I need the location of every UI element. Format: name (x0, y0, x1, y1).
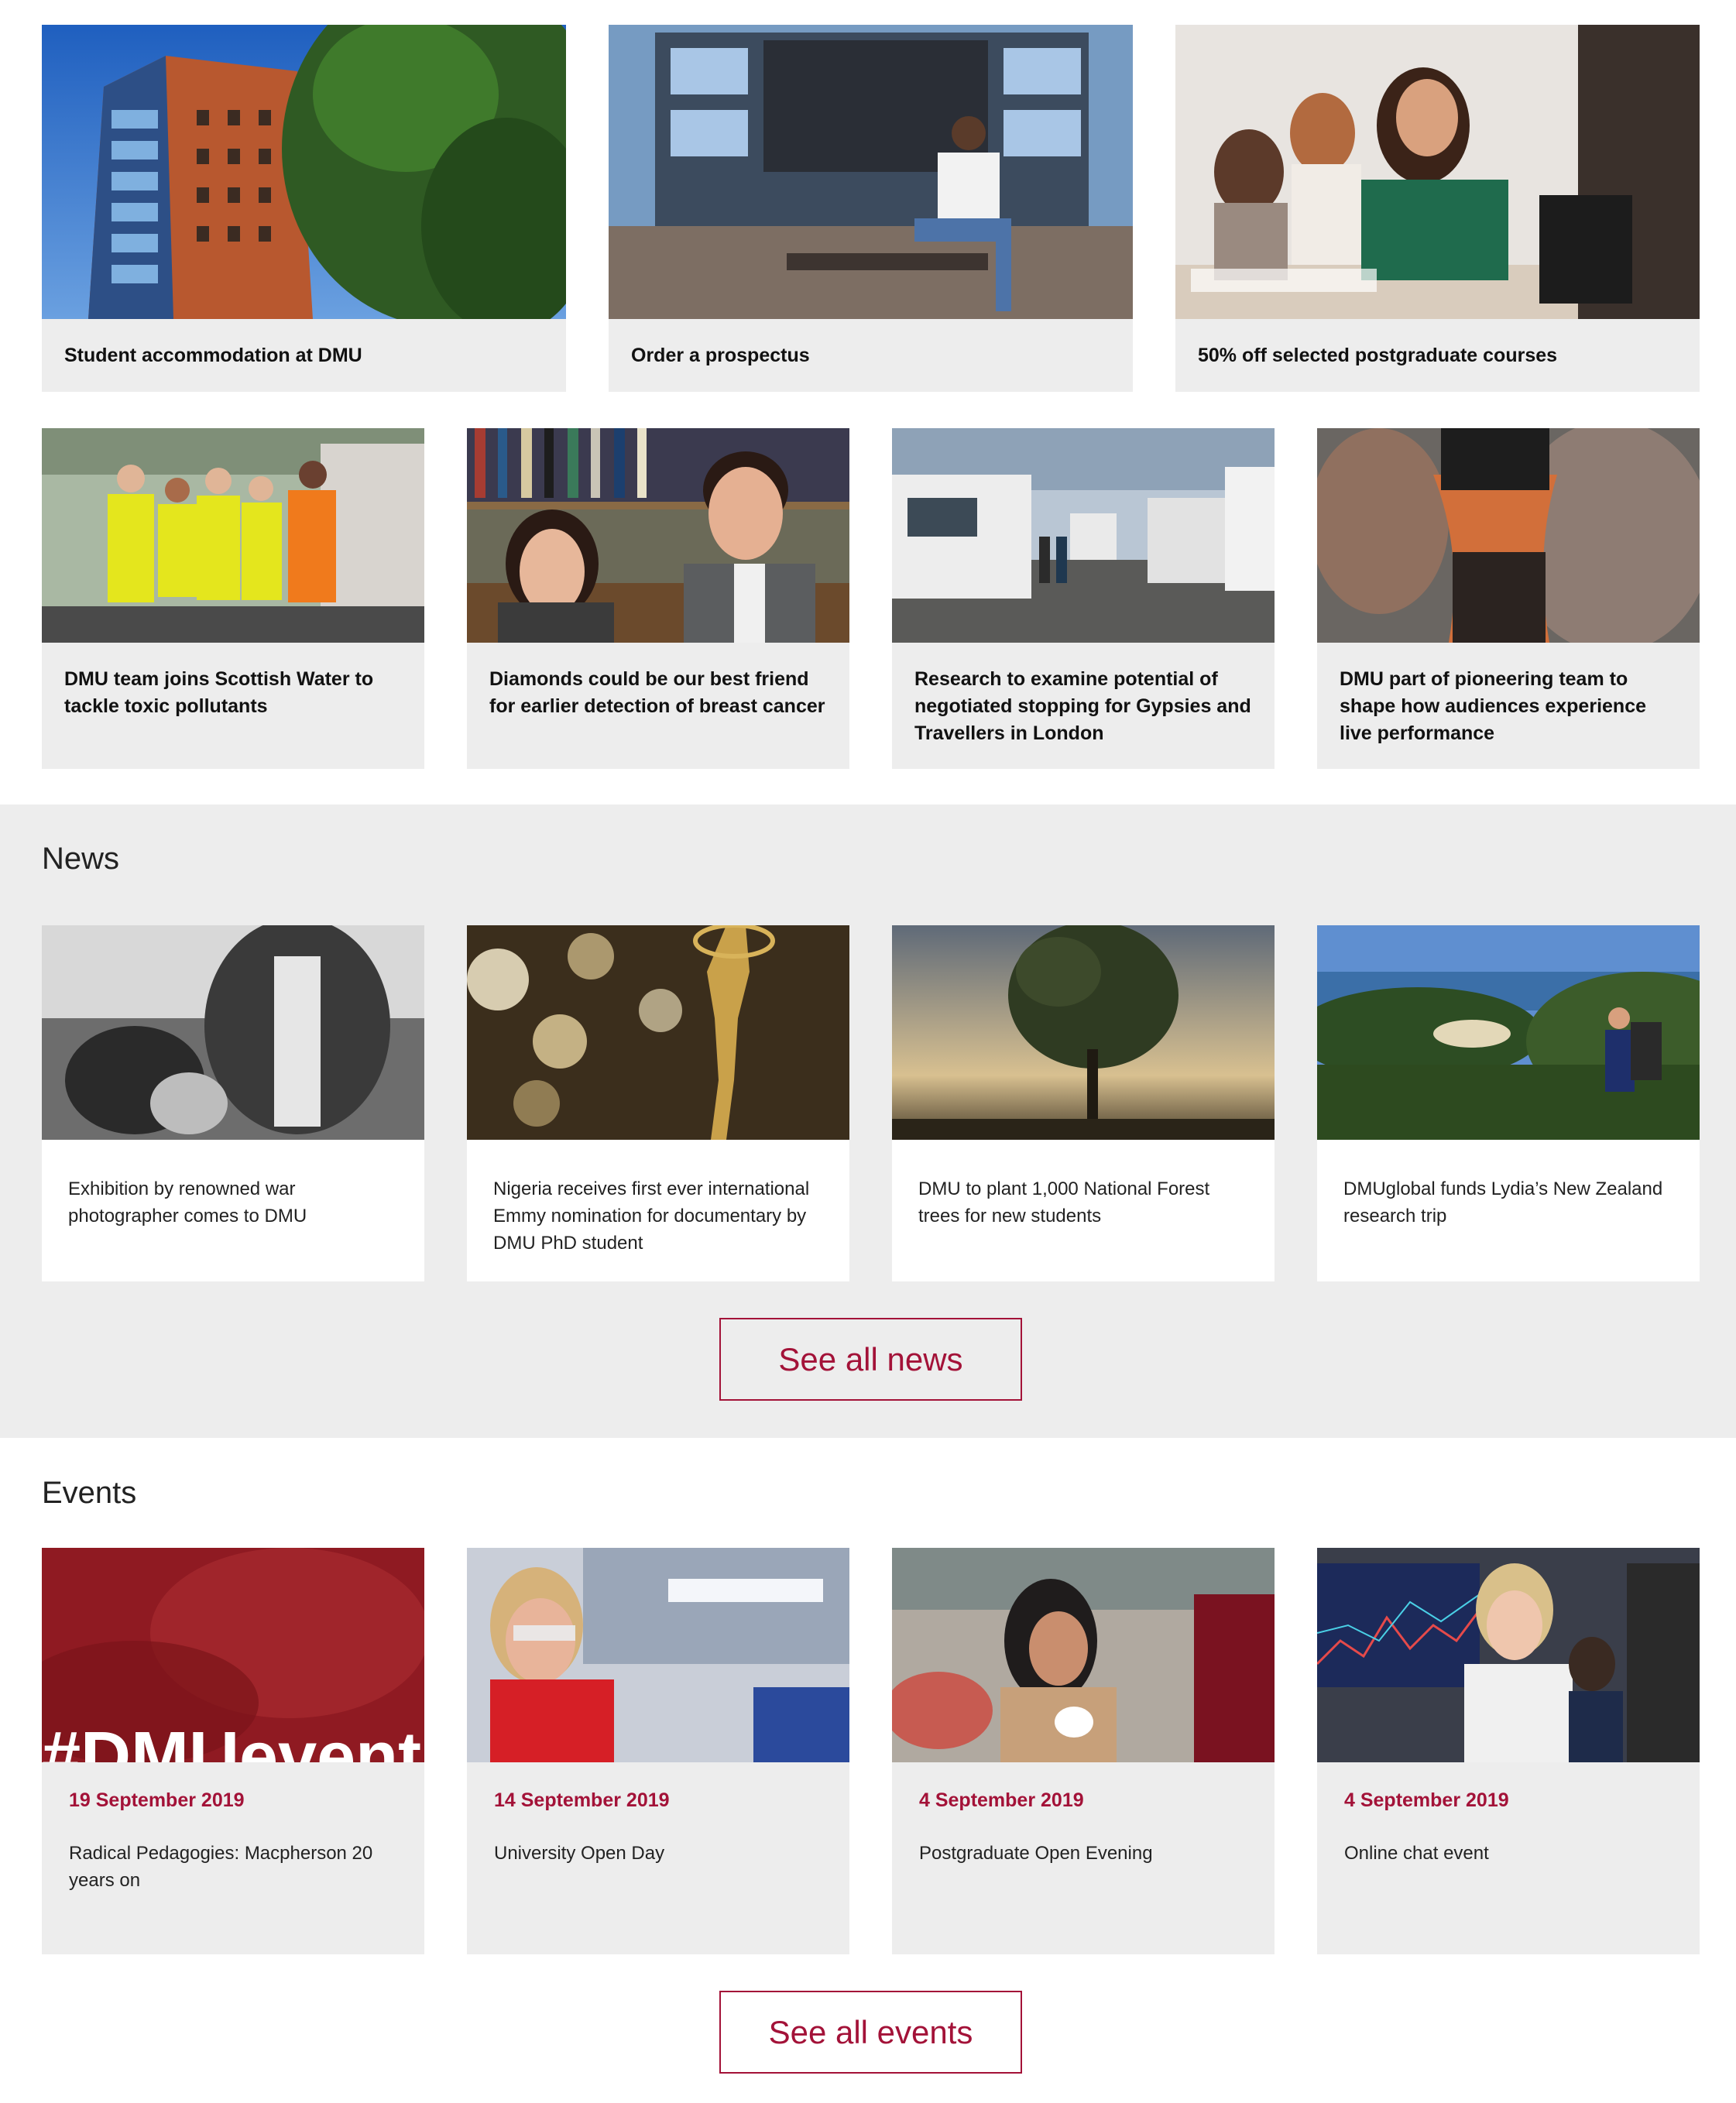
event-date: 14 September 2019 (494, 1789, 670, 1811)
feature-image (42, 428, 424, 643)
feature-card[interactable]: DMU team joins Scottish Water to tackle … (42, 428, 424, 769)
event-banner-text: #DMUevents (42, 1718, 424, 1762)
feature-caption: Research to examine potential of negotia… (914, 668, 1251, 744)
news-image (892, 925, 1275, 1140)
promo-card-prospectus[interactable]: Order a prospectus (609, 25, 1133, 392)
event-card[interactable]: #DMUevents 19 September 2019 Radical Ped… (42, 1548, 424, 1954)
news-card[interactable]: DMU to plant 1,000 National Forest trees… (892, 925, 1275, 1281)
news-image (467, 925, 849, 1140)
news-title: Exhibition by renowned war photographer … (68, 1178, 307, 1226)
feature-caption: DMU team joins Scottish Water to tackle … (64, 668, 374, 717)
promo-caption: Student accommodation at DMU (64, 345, 362, 366)
news-section: News Exhibition by renowned war photogra… (0, 804, 1736, 1438)
event-image (892, 1548, 1275, 1762)
feature-caption: Diamonds could be our best friend for ea… (489, 668, 825, 717)
feature-caption: DMU part of pioneering team to shape how… (1340, 668, 1646, 744)
event-title: Online chat event (1344, 1843, 1489, 1864)
promo-image-accommodation (42, 25, 566, 319)
event-title: Radical Pedagogies: Macpherson 20 years … (69, 1843, 373, 1891)
promo-caption: Order a prospectus (631, 345, 810, 366)
promo-image-prospectus (609, 25, 1133, 319)
event-card[interactable]: 14 September 2019 University Open Day (467, 1548, 849, 1954)
feature-card[interactable]: DMU part of pioneering team to shape how… (1317, 428, 1700, 769)
feature-image (467, 428, 849, 643)
news-title: Nigeria receives first ever internationa… (493, 1178, 810, 1254)
event-title: University Open Day (494, 1843, 665, 1864)
news-heading: News (42, 842, 120, 876)
news-image (42, 925, 424, 1140)
promo-caption: 50% off selected postgraduate courses (1198, 345, 1558, 366)
news-image (1317, 925, 1700, 1140)
event-image (1317, 1548, 1700, 1762)
promo-card-postgraduate[interactable]: 50% off selected postgraduate courses (1175, 25, 1700, 392)
event-date: 4 September 2019 (919, 1789, 1084, 1811)
feature-card[interactable]: Research to examine potential of negotia… (892, 428, 1275, 769)
event-image: #DMUevents (42, 1548, 424, 1762)
feature-image (892, 428, 1275, 643)
promo-image-postgraduate (1175, 25, 1700, 319)
news-card[interactable]: Nigeria receives first ever internationa… (467, 925, 849, 1281)
see-all-events-button[interactable]: See all events (719, 1991, 1022, 2074)
feature-image (1317, 428, 1700, 643)
news-card[interactable]: Exhibition by renowned war photographer … (42, 925, 424, 1281)
events-heading: Events (42, 1476, 137, 1510)
news-title: DMU to plant 1,000 National Forest trees… (918, 1178, 1210, 1226)
event-date: 19 September 2019 (69, 1789, 245, 1811)
event-image (467, 1548, 849, 1762)
event-card[interactable]: 4 September 2019 Postgraduate Open Eveni… (892, 1548, 1275, 1954)
news-card[interactable]: DMUglobal funds Lydia’s New Zealand rese… (1317, 925, 1700, 1281)
news-title: DMUglobal funds Lydia’s New Zealand rese… (1343, 1178, 1663, 1226)
feature-card[interactable]: Diamonds could be our best friend for ea… (467, 428, 849, 769)
event-title: Postgraduate Open Evening (919, 1843, 1153, 1864)
promo-card-accommodation[interactable]: Student accommodation at DMU (42, 25, 566, 392)
see-all-news-button[interactable]: See all news (719, 1318, 1022, 1401)
event-card[interactable]: 4 September 2019 Online chat event (1317, 1548, 1700, 1954)
event-date: 4 September 2019 (1344, 1789, 1509, 1811)
